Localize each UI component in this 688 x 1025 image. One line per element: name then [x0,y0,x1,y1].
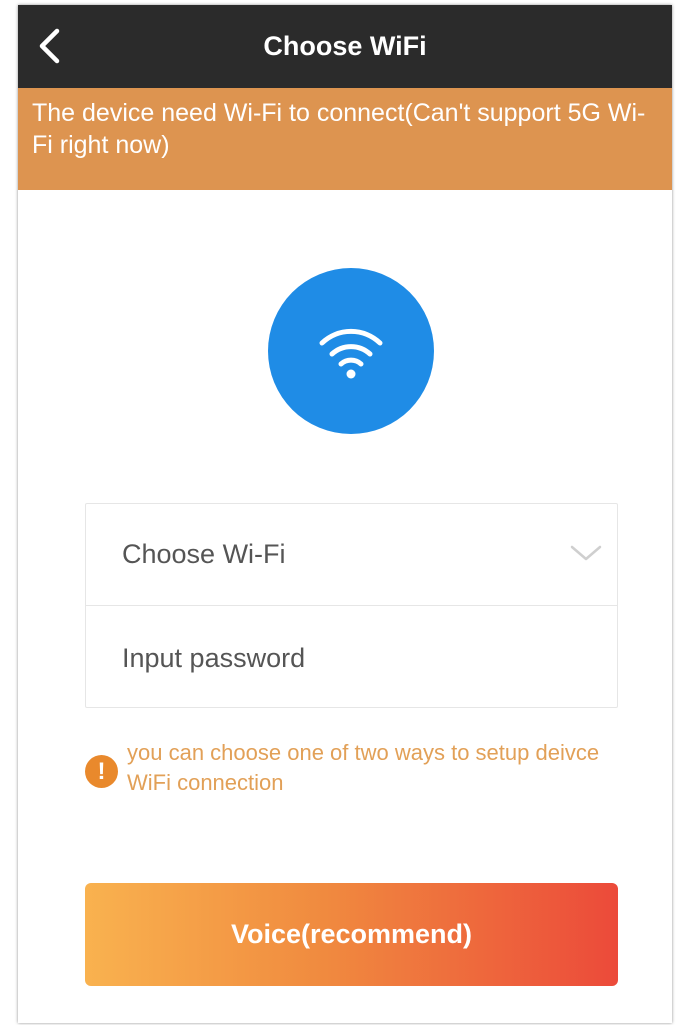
exclamation-icon: ! [85,755,118,788]
nav-bar: Choose WiFi [18,5,672,88]
wifi-requirement-banner: The device need Wi-Fi to connect(Can't s… [18,88,672,190]
wifi-select[interactable]: Choose Wi-Fi [86,504,617,606]
password-input[interactable] [122,642,562,674]
voice-button-label: Voice(recommend) [230,919,473,949]
wifi-form: Choose Wi-Fi [85,503,618,708]
wifi-select-label: Choose Wi-Fi [122,539,286,569]
notice-text: you can choose one of two ways to setup … [127,740,600,795]
page-title: Choose WiFi [263,31,427,61]
password-field-row [86,607,617,709]
setup-notice: ! you can choose one of two ways to setu… [85,738,625,798]
wifi-illustration [268,268,434,434]
voice-setup-button[interactable]: Voice(recommend) [85,883,618,986]
app-screen: Choose WiFi The device need Wi-Fi to con… [18,5,672,1023]
wifi-icon [319,328,383,379]
chevron-down-icon [570,545,602,561]
